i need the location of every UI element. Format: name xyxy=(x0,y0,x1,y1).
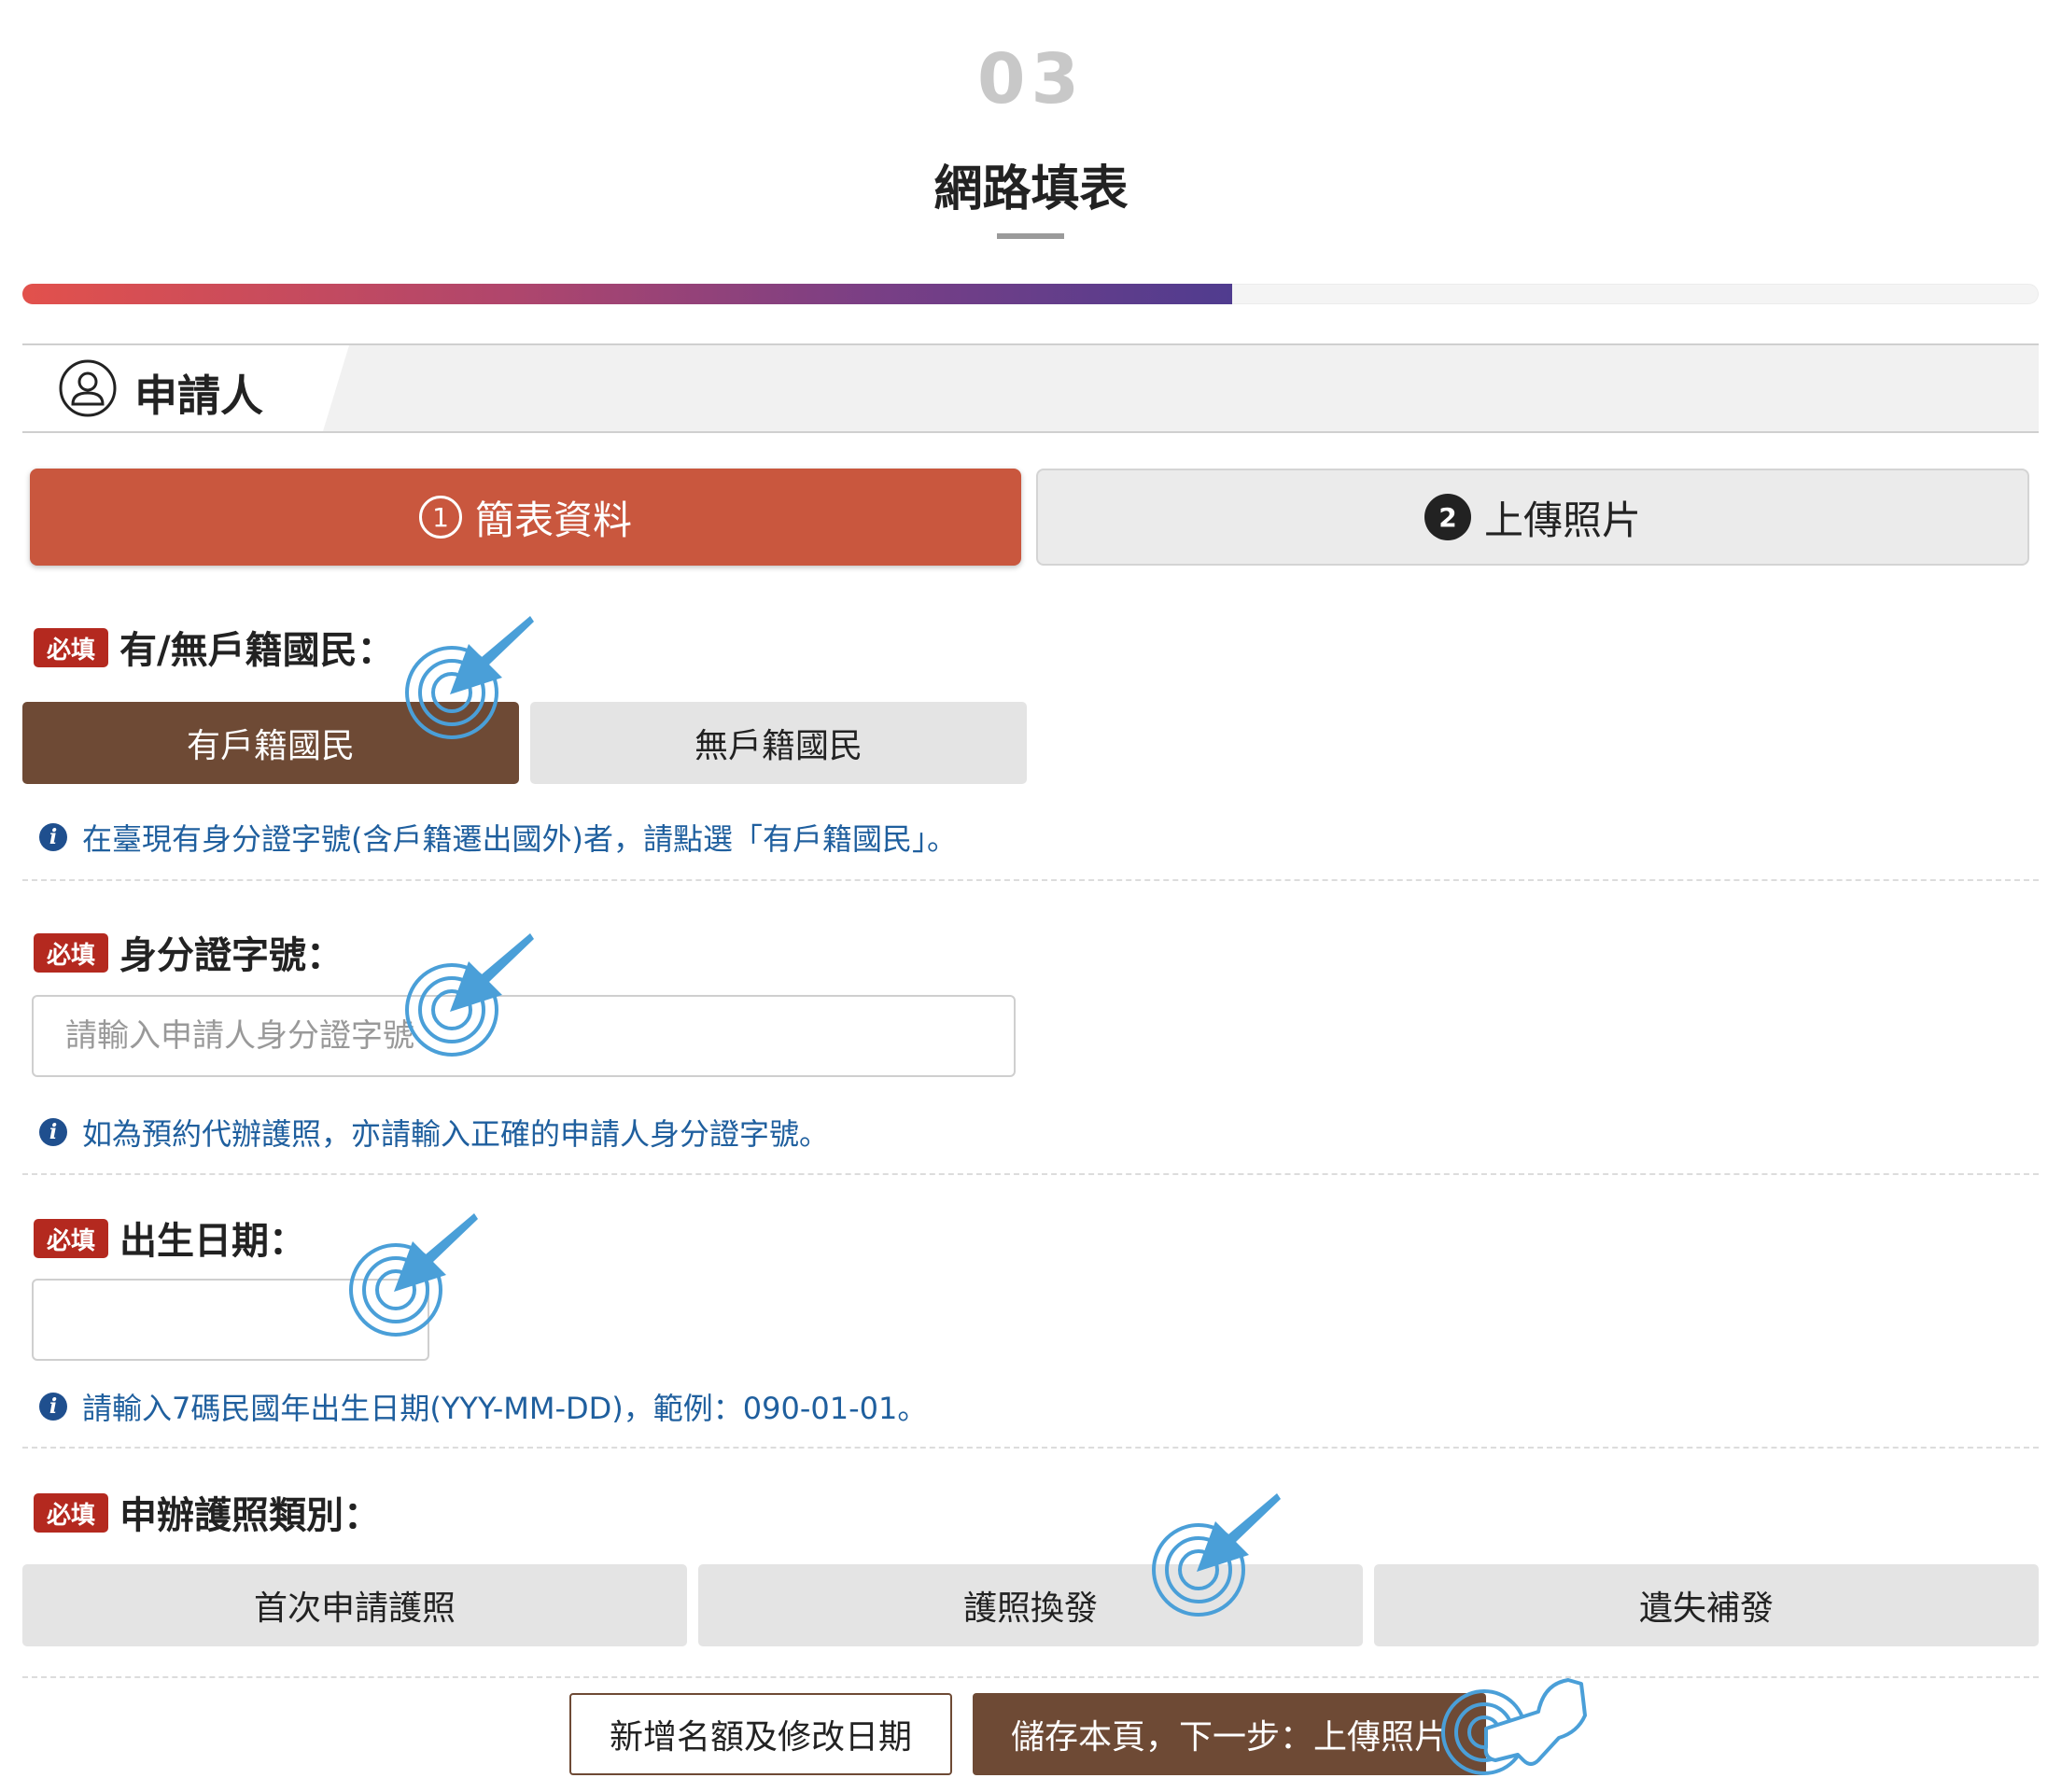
option-renewal[interactable]: 護照換發 xyxy=(698,1564,1363,1646)
required-badge: 必填 xyxy=(34,1219,108,1258)
section-label: 申請人 xyxy=(134,371,263,421)
divider xyxy=(22,1173,2039,1175)
birth-date-hint: i 請輸入7碼民國年出生日期(YYY-MM-DD)，範例：090-01-01。 xyxy=(39,1385,927,1428)
title-underline xyxy=(997,233,1064,239)
divider xyxy=(22,1676,2039,1678)
hint-text: 在臺現有身分證字號(含戶籍遷出國外)者，請點選「有戶籍國民」。 xyxy=(82,821,957,857)
id-number-input[interactable] xyxy=(32,995,1016,1077)
id-number-label: 身分證字號： xyxy=(119,934,344,977)
save-next-button[interactable]: 儲存本頁，下一步：上傳照片 xyxy=(973,1693,1486,1775)
required-badge: 必填 xyxy=(34,1493,108,1533)
add-quota-button[interactable]: 新增名額及修改日期 xyxy=(569,1693,952,1775)
option-lost-replacement[interactable]: 遺失補發 xyxy=(1374,1564,2039,1646)
option-with-household[interactable]: 有戶籍國民 xyxy=(22,702,519,784)
tab-label: 上傳照片 xyxy=(1483,497,1641,543)
tab-number-1: 1 xyxy=(418,496,462,539)
page-title: 網路填表 xyxy=(933,161,1129,217)
tab-upload-photo[interactable]: 2 上傳照片 xyxy=(1036,469,2029,566)
user-icon xyxy=(59,359,117,417)
hint-text: 請輸入7碼民國年出生日期(YYY-MM-DD)，範例：090-01-01。 xyxy=(82,1391,928,1426)
progress-fill xyxy=(22,284,1232,304)
required-badge: 必填 xyxy=(34,628,108,667)
info-icon: i xyxy=(39,823,67,851)
hint-text: 如為預約代辦護照，亦請輸入正確的申請人身分證字號。 xyxy=(82,1116,830,1152)
passport-type-label: 申辦護照類別： xyxy=(119,1494,381,1537)
citizenship-hint: i 在臺現有身分證字號(含戶籍遷出國外)者，請點選「有戶籍國民」。 xyxy=(39,816,957,859)
birth-date-input[interactable] xyxy=(32,1279,429,1361)
birth-date-label: 出生日期： xyxy=(119,1220,306,1263)
option-first-application[interactable]: 首次申請護照 xyxy=(22,1564,687,1646)
tab-basic-info[interactable]: 1 簡表資料 xyxy=(30,469,1021,566)
option-without-household[interactable]: 無戶籍國民 xyxy=(530,702,1027,784)
divider xyxy=(22,1447,2039,1449)
divider xyxy=(22,879,2039,881)
step-number: 03 xyxy=(977,39,1085,119)
info-icon: i xyxy=(39,1393,67,1421)
citizenship-label: 有/無戶籍國民： xyxy=(119,629,395,672)
tab-label: 簡表資料 xyxy=(474,497,632,543)
required-badge: 必填 xyxy=(34,933,108,973)
info-icon: i xyxy=(39,1118,67,1146)
id-number-hint: i 如為預約代辦護照，亦請輸入正確的申請人身分證字號。 xyxy=(39,1111,829,1154)
tab-number-2: 2 xyxy=(1424,494,1471,540)
